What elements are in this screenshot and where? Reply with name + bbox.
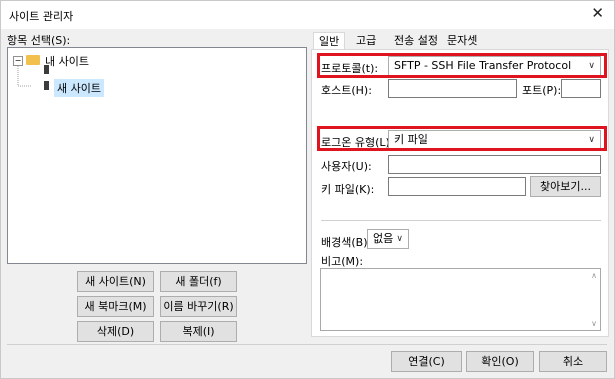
chevron-down-icon: ∨ [396,234,403,244]
close-icon[interactable]: ✕ [591,4,604,22]
divider [321,220,601,221]
server-icon [44,65,49,74]
ok-button[interactable]: 확인(O) [466,351,534,372]
port-label: 포트(P): [522,84,562,97]
window-title: 사이트 관리자 [9,10,74,23]
tree-label: 항목 선택(S): [7,34,71,47]
tab-advanced[interactable]: 고급 [351,32,381,50]
tree-root-label[interactable]: 내 사이트 [45,53,89,69]
folder-icon [26,55,40,65]
highlight-box-logon-type [317,126,607,151]
connect-button[interactable]: 연결(C) [391,351,462,372]
site-tree[interactable]: − 내 사이트 새 사이트 [7,47,307,264]
keyfile-input[interactable] [388,177,526,196]
highlight-box-protocol [317,53,607,78]
bottom-divider [7,344,607,345]
copy-button[interactable]: 복제(I) [160,321,237,342]
delete-button[interactable]: 삭제(D) [77,321,154,342]
tree-child-new-site[interactable]: 새 사이트 [54,79,104,97]
rename-button[interactable]: 이름 바꾸기(R) [160,296,237,317]
host-label: 호스트(H): [321,84,372,97]
collapse-icon[interactable]: − [13,56,23,66]
tab-transfer-settings[interactable]: 전송 설정 [389,32,443,50]
comments-textarea[interactable]: ∧ ∨ [320,268,601,331]
browse-button[interactable]: 찾아보기... [530,176,601,197]
port-input[interactable] [561,79,601,98]
tab-charset[interactable]: 문자셋 [442,32,482,50]
user-label: 사용자(U): [321,160,372,173]
title-bar: 사이트 관리자 ✕ [1,1,614,29]
bgcolor-value: 없음 [373,232,394,245]
comments-label: 비고(M): [321,255,364,268]
new-folder-button[interactable]: 새 폴더(f) [160,271,237,292]
host-input[interactable] [388,79,517,98]
server-icon [44,81,49,90]
user-input[interactable] [388,155,601,174]
scroll-up-icon[interactable]: ∧ [591,271,597,280]
keyfile-label: 키 파일(K): [321,183,375,196]
cancel-button[interactable]: 취소 [539,351,607,372]
bgcolor-select[interactable]: 없음 ∨ [367,229,409,249]
bgcolor-label: 배경색(B): [321,236,372,249]
scroll-down-icon[interactable]: ∨ [591,319,597,328]
site-manager-window: 사이트 관리자 ✕ 항목 선택(S): − 내 사이트 새 사이트 새 사이트(… [0,0,615,379]
new-site-button[interactable]: 새 사이트(N) [77,271,154,292]
new-bookmark-button[interactable]: 새 북마크(M) [77,296,154,317]
